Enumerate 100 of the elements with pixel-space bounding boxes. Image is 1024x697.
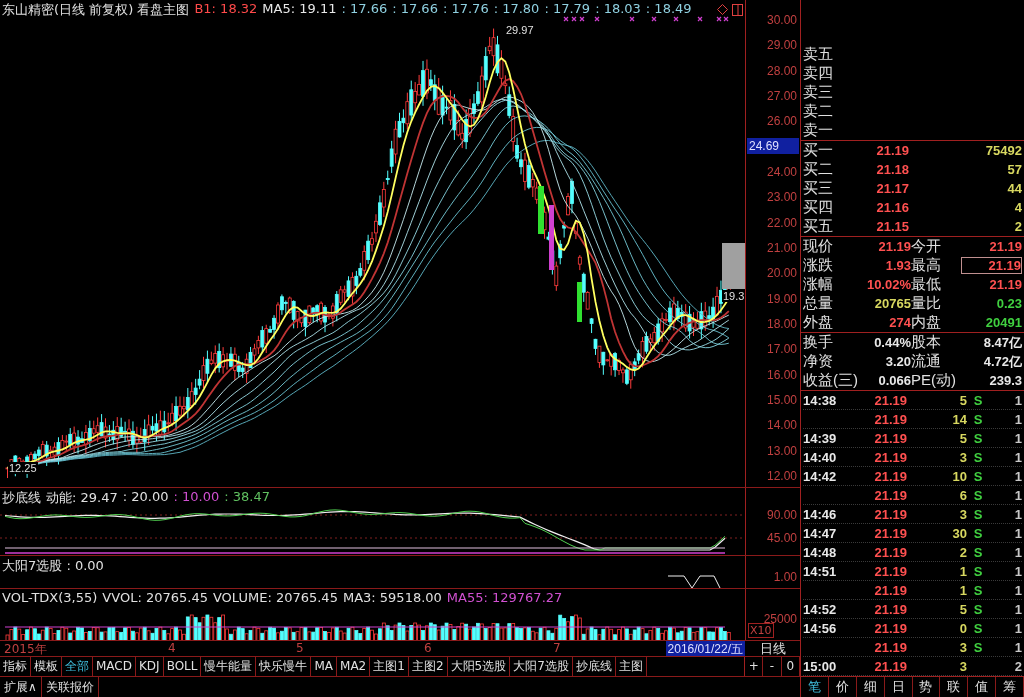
stat-value: 3.20 (884, 354, 911, 369)
legend-text: : 17.79 (544, 1, 591, 18)
trade-price: 21.19 (873, 620, 907, 636)
trade-count: 1 (1013, 487, 1022, 503)
trade-side: S (972, 620, 984, 636)
trade-volume: 6 (958, 487, 967, 503)
trade-price: 21.19 (873, 430, 907, 446)
panel-tab[interactable]: 日 (884, 677, 913, 697)
axis-label: 21.00 (766, 240, 797, 255)
panel-tab[interactable]: 笔 (801, 677, 829, 697)
bid-label: 买一 (803, 141, 834, 160)
chart-title: 东山精密(日线 前复权) 看盘主图 (2, 1, 190, 19)
panel-tab[interactable]: 价 (828, 677, 857, 697)
signal-block (722, 243, 745, 289)
quote-label: 涨幅 (803, 275, 834, 294)
stat-value: 8.47亿 (982, 333, 1022, 352)
stat-value: 0.44% (873, 335, 911, 350)
indicator-tab[interactable]: 大阳5选股 (447, 657, 511, 676)
indicator-tab[interactable]: 主图1 (370, 657, 409, 676)
indicator-tab[interactable]: MACD (93, 657, 136, 676)
zoom-button[interactable]: + (745, 657, 764, 676)
indicator-tab[interactable]: KDJ (136, 657, 164, 676)
trade-side: S (972, 392, 984, 408)
indicator-tab[interactable]: 模板 (31, 657, 62, 676)
axis-label: 26.00 (766, 114, 797, 129)
indicator-tab[interactable]: 抄底线 (572, 657, 616, 676)
axis-label: 90.00 (766, 508, 797, 523)
indicator-tab[interactable]: 全部 (62, 657, 93, 676)
indicator-tab[interactable]: BOLL (163, 657, 202, 676)
ask-label: 卖五 (803, 45, 834, 64)
trade-side: S (972, 506, 984, 522)
trade-time: 14:42 (803, 468, 838, 484)
quote-label: 今开 (911, 237, 942, 256)
indicator-tab[interactable]: 主图2 (408, 657, 448, 676)
zoom-button[interactable]: - (763, 657, 782, 676)
axis-label: 24.00 (766, 164, 797, 179)
trade-volume: 1 (958, 582, 967, 598)
trade-side: S (972, 639, 984, 655)
axis-label: 22.00 (766, 215, 797, 230)
axis-label: 23.00 (766, 190, 797, 205)
legend-text: : 17.80 (493, 1, 540, 18)
indicator-tab[interactable]: 大阳7选股 (510, 657, 573, 676)
trade-volume: 0 (958, 620, 967, 636)
legend-text: MA5: 19.11 (262, 1, 337, 18)
legend-text: : 18.03 (595, 1, 641, 18)
indicator-tab[interactable]: MA (311, 657, 338, 676)
window-icon[interactable] (732, 4, 743, 16)
period-label[interactable]: 日线 (745, 641, 800, 656)
trade-price: 21.19 (873, 601, 907, 617)
indicator-tab[interactable]: 快乐慢牛 (256, 657, 312, 676)
bid-label: 买三 (803, 179, 834, 198)
trade-count: 1 (1013, 601, 1022, 617)
legend-text: VOL-TDX(3,55) (2, 590, 98, 606)
legend-text: : 17.66 (341, 1, 388, 18)
trade-time: 14:48 (803, 544, 838, 560)
legend-text: : 38.47 (224, 489, 270, 507)
cursor-price: 24.69 (747, 138, 799, 154)
trade-volume: 3 (958, 449, 967, 465)
trade-time: 14:46 (803, 506, 838, 522)
quote-value: 21.19 (961, 257, 1022, 274)
scale-label: X10 (748, 623, 774, 638)
panel-tab[interactable]: 值 (968, 677, 997, 697)
panel-tab[interactable]: 联 (940, 677, 969, 697)
price-label: 12.25 (8, 462, 38, 474)
trade-count: 1 (1013, 468, 1022, 484)
legend-text: 动能: 29.47 (46, 489, 118, 508)
indicator-tab[interactable]: 主图 (615, 657, 647, 676)
panel-tab[interactable]: 细 (856, 677, 885, 697)
trade-side: S (972, 582, 984, 598)
panel-tab[interactable]: 筹 (996, 677, 1024, 697)
bid-price: 21.17 (875, 181, 909, 196)
quote-label: 量比 (911, 294, 942, 313)
bottom-tab[interactable]: 关联报价 (41, 677, 99, 697)
bid-price: 21.15 (875, 219, 909, 234)
quote-value: 21.19 (988, 277, 1022, 292)
axis-label: 19.00 (766, 291, 797, 306)
bid-price: 21.18 (875, 162, 909, 177)
indicator-tab[interactable]: 指标 (0, 657, 31, 676)
axis-label: 13.00 (766, 443, 797, 458)
trade-count: 1 (1013, 430, 1022, 446)
quote-value: 20765 (873, 296, 911, 311)
stat-value: 239.3 (988, 373, 1022, 388)
trade-side: S (972, 544, 984, 560)
signal-line-drawing (667, 575, 721, 589)
signal-bar (577, 282, 582, 322)
bid-price: 21.19 (875, 143, 909, 158)
trade-count: 1 (1013, 620, 1022, 636)
indicator-tab[interactable]: 慢牛能量 (201, 657, 257, 676)
trade-count: 1 (1013, 563, 1022, 579)
trade-time: 14:52 (803, 601, 838, 617)
panel-tab[interactable]: 势 (912, 677, 941, 697)
legend-text: : 10.00 (173, 489, 220, 507)
stat-label: 换手 (803, 333, 834, 352)
bid-volume: 2 (1013, 219, 1022, 234)
trade-price: 21.19 (873, 544, 907, 560)
bottom-tab[interactable]: 扩展∧ (0, 677, 42, 697)
diamond-icon[interactable] (717, 4, 728, 15)
zoom-button[interactable]: 0 (781, 657, 800, 676)
bid-volume: 75492 (984, 143, 1022, 158)
indicator-tab[interactable]: MA2 (337, 657, 371, 676)
